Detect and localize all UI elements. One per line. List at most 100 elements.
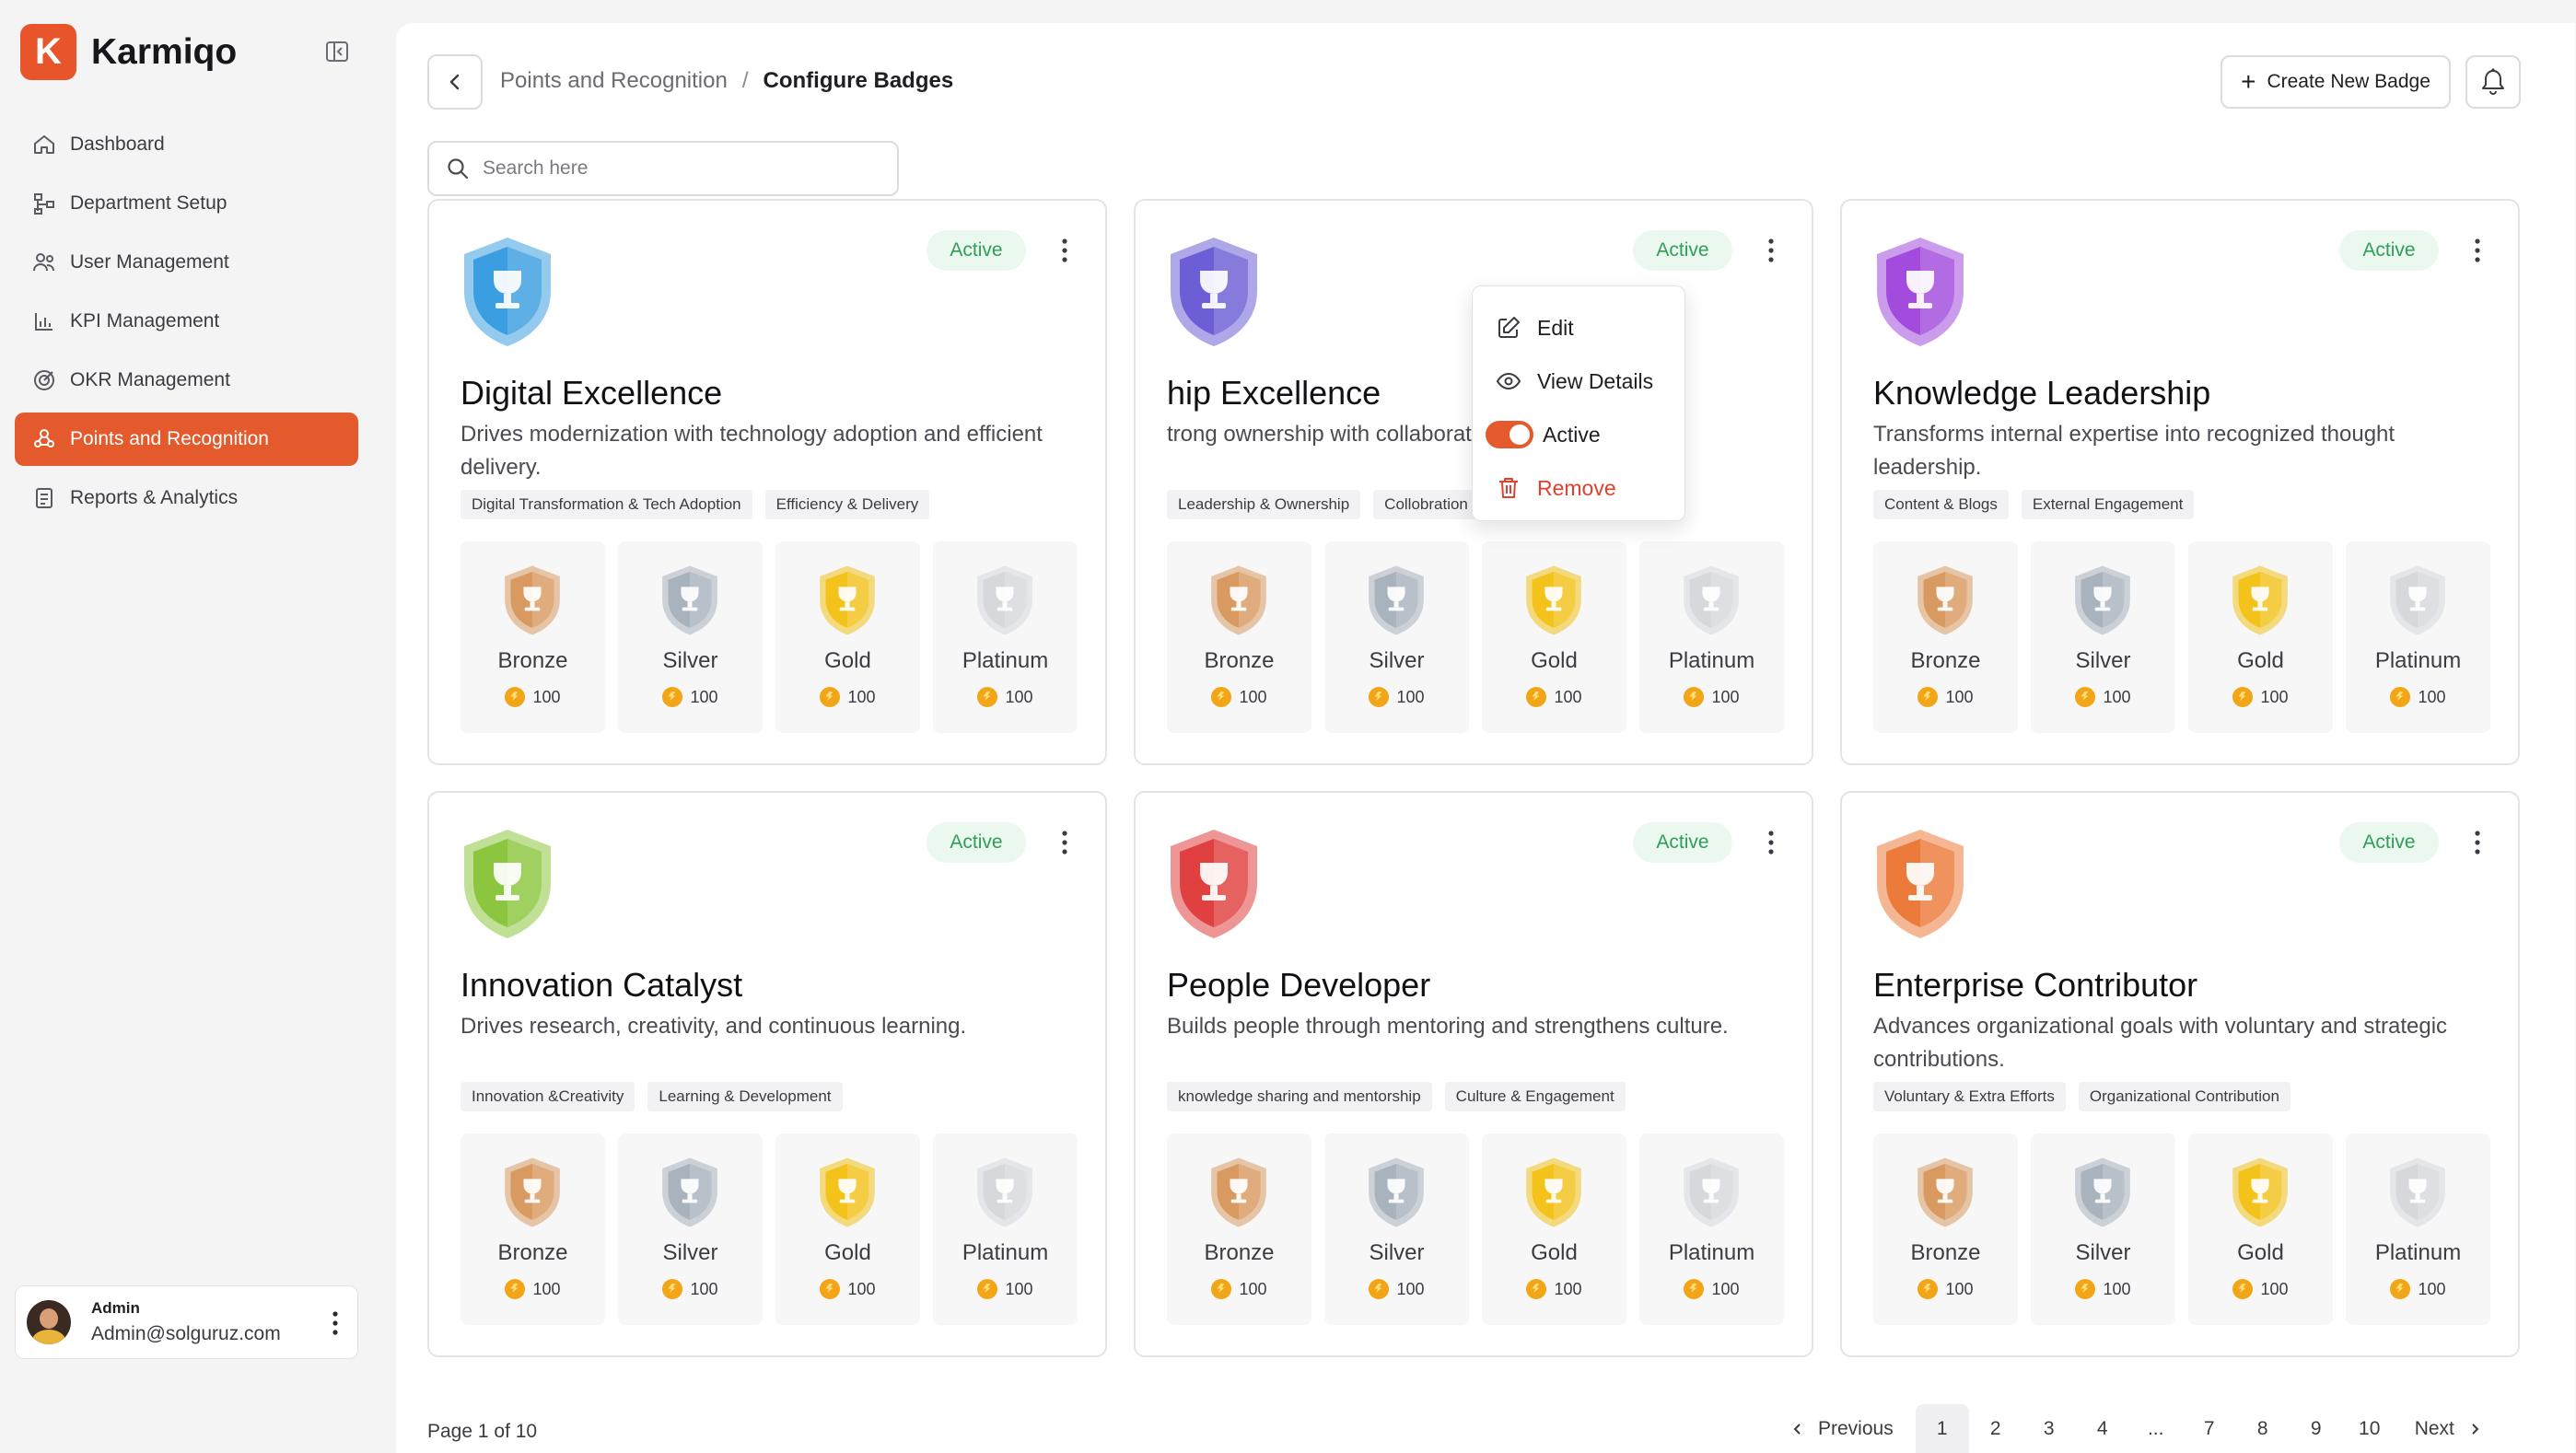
badge-shield-icon xyxy=(464,238,551,346)
chevron-left-icon xyxy=(449,74,460,90)
menu-item-label: View Details xyxy=(1537,368,1654,393)
sidebar-item-points-and-recognition[interactable]: Points and Recognition xyxy=(15,413,358,466)
tier-points: 100 xyxy=(2346,687,2490,707)
user-name: Admin xyxy=(91,1299,140,1317)
tier-silver: Silver 100 xyxy=(1324,541,1469,733)
next-page-button[interactable]: Next xyxy=(2415,1418,2482,1440)
badge-description: Drives research, creativity, and continu… xyxy=(460,1014,967,1039)
main-content: Points and Recognition / Configure Badge… xyxy=(396,23,2575,1453)
tier-gold: Gold 100 xyxy=(1482,541,1626,733)
tier-bronze: Bronze 100 xyxy=(1873,541,2018,733)
more-vertical-icon[interactable] xyxy=(326,1307,344,1340)
tag: Digital Transformation & Tech Adoption xyxy=(460,490,752,519)
page-number[interactable]: 7 xyxy=(2183,1404,2236,1453)
badge-tags: knowledge sharing and mentorship Culture … xyxy=(1167,1082,1626,1111)
search-box[interactable] xyxy=(427,141,899,196)
tier-badge-icon xyxy=(977,565,1032,635)
badge-card[interactable]: Active Digital Excellence Drives moderniza… xyxy=(427,199,1107,765)
sidebar-item-kpi-management[interactable]: KPI Management xyxy=(15,295,358,348)
coin-icon xyxy=(820,687,841,707)
sidebar-item-label: KPI Management xyxy=(70,310,220,331)
chevron-left-icon xyxy=(1793,1424,1801,1435)
tier-badge-icon xyxy=(820,565,875,635)
menu-item-view-details[interactable]: View Details xyxy=(1473,355,1684,408)
logo[interactable]: K Karmiqo xyxy=(20,24,237,80)
sidebar-item-dashboard[interactable]: Dashboard xyxy=(15,118,358,171)
badge-title: Knowledge Leadership xyxy=(1873,374,2211,412)
coin-icon xyxy=(662,687,683,707)
tier-silver: Silver 100 xyxy=(618,541,763,733)
search-input[interactable] xyxy=(483,157,869,180)
badge-card[interactable]: Active Innovation Catalyst Drives research… xyxy=(427,791,1107,1357)
tier-points: 100 xyxy=(618,1279,763,1299)
page-info: Page 1 of 10 xyxy=(427,1421,538,1442)
points-value: 100 xyxy=(847,687,876,706)
tier-badge-icon xyxy=(2390,1157,2445,1227)
sidebar-item-department-setup[interactable]: Department Setup xyxy=(15,177,358,230)
user-profile[interactable]: Admin Admin@solguruz.com xyxy=(15,1285,358,1359)
sidebar-item-okr-management[interactable]: OKR Management xyxy=(15,354,358,407)
tag: Learning & Development xyxy=(647,1082,843,1111)
menu-item-label: Edit xyxy=(1537,315,1574,340)
next-label: Next xyxy=(2414,1418,2454,1439)
bell-icon xyxy=(2482,68,2504,95)
coin-icon xyxy=(977,687,998,707)
more-vertical-icon[interactable] xyxy=(1762,826,1780,859)
tier-points: 100 xyxy=(1167,1279,1311,1299)
app-name: Karmiqo xyxy=(91,31,238,72)
sidebar-item-user-management[interactable]: User Management xyxy=(15,236,358,289)
active-toggle-switch[interactable] xyxy=(1486,421,1533,448)
more-vertical-icon[interactable] xyxy=(1055,826,1074,859)
report-icon xyxy=(36,488,52,508)
page-number[interactable]: 4 xyxy=(2076,1404,2129,1453)
more-vertical-icon[interactable] xyxy=(2468,234,2487,267)
sidebar-item-label: Reports & Analytics xyxy=(70,487,239,508)
menu-item-active-toggle[interactable]: Active xyxy=(1473,408,1684,461)
tier-name: Bronze xyxy=(1204,648,1275,673)
tier-name: Gold xyxy=(2237,648,2284,673)
tier-name: Bronze xyxy=(1204,1240,1275,1265)
page-number[interactable]: 2 xyxy=(1969,1404,2022,1453)
sidebar-collapse-icon[interactable] xyxy=(324,39,350,64)
more-vertical-icon[interactable] xyxy=(1055,234,1074,267)
sidebar-item-label: Department Setup xyxy=(70,192,227,214)
sidebar-item-label: OKR Management xyxy=(70,369,230,390)
menu-item-remove[interactable]: Remove xyxy=(1473,461,1684,515)
badge-card[interactable]: Active People Developer Builds people thro… xyxy=(1134,791,1813,1357)
page-number: ... xyxy=(2147,1418,2164,1439)
page-number[interactable]: 8 xyxy=(2236,1404,2290,1453)
more-vertical-icon[interactable] xyxy=(2468,826,2487,859)
badge-card[interactable]: Active Knowledge Leadership Transforms int… xyxy=(1840,199,2520,765)
coin-icon xyxy=(1369,687,1390,707)
tier-points: 100 xyxy=(1873,1279,2018,1299)
badge-shield-icon xyxy=(457,234,558,350)
tier-badge-icon xyxy=(1369,1157,1424,1227)
breadcrumb-parent[interactable]: Points and Recognition xyxy=(500,68,728,94)
badge-card[interactable]: Active Enterprise Contributor Advances org… xyxy=(1840,791,2520,1357)
more-vertical-icon[interactable] xyxy=(1762,234,1780,267)
back-button[interactable] xyxy=(427,54,483,110)
points-value: 100 xyxy=(1396,687,1425,706)
page-number[interactable]: 9 xyxy=(2290,1404,2343,1453)
points-value: 100 xyxy=(1005,1279,1033,1298)
tag: Voluntary & Extra Efforts xyxy=(1873,1082,2066,1111)
coin-icon xyxy=(1917,1279,1939,1299)
create-new-badge-button[interactable]: + Create New Badge xyxy=(2220,55,2451,109)
page-number[interactable]: 10 xyxy=(2343,1404,2396,1453)
points-value: 100 xyxy=(847,1279,876,1298)
page-number[interactable]: 3 xyxy=(2022,1404,2076,1453)
points-value: 100 xyxy=(1396,1279,1425,1298)
sidebar-item-reports-analytics[interactable]: Reports & Analytics xyxy=(15,471,358,525)
notification-button[interactable] xyxy=(2465,55,2521,109)
tier-points: 100 xyxy=(933,687,1078,707)
tier-badge-icon xyxy=(820,1157,875,1227)
points-value: 100 xyxy=(532,687,561,706)
tier-badge-icon xyxy=(2075,1157,2130,1227)
hierarchy-icon xyxy=(34,193,54,215)
previous-page-button[interactable]: Previous xyxy=(1790,1418,1894,1440)
badge-shield-icon xyxy=(457,826,558,942)
tier-badge-icon xyxy=(505,1157,560,1227)
points-value: 100 xyxy=(2418,1279,2446,1298)
menu-item-edit[interactable]: Edit xyxy=(1473,301,1684,355)
page-number[interactable]: 1 xyxy=(1915,1404,1969,1453)
